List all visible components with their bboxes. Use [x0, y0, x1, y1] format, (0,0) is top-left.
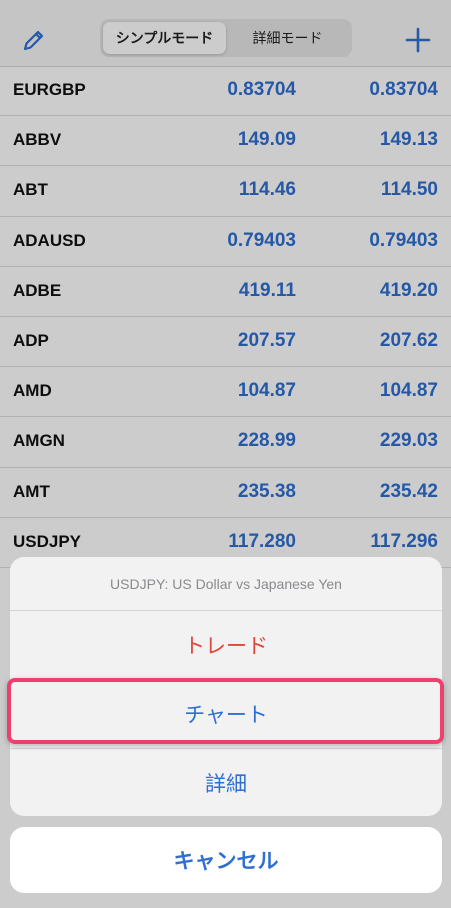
highlight-frame — [7, 678, 444, 744]
cancel-button[interactable]: キャンセル — [10, 827, 442, 893]
trade-option[interactable]: トレード — [10, 611, 442, 680]
action-sheet-title: USDJPY: US Dollar vs Japanese Yen — [10, 557, 442, 611]
details-option[interactable]: 詳細 — [10, 749, 442, 816]
